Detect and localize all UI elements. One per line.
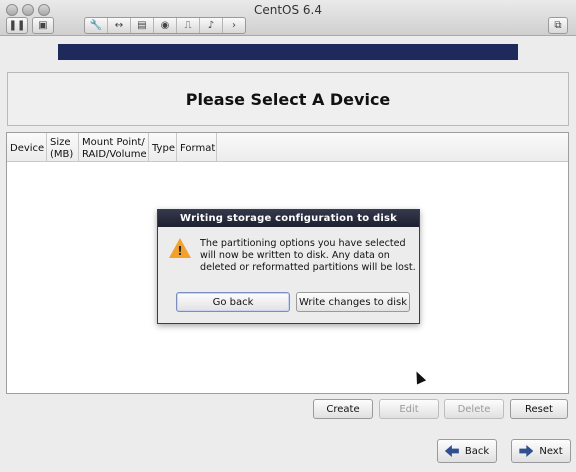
cdrom-icon[interactable]: ◉: [154, 18, 177, 33]
sound-icon[interactable]: ♪: [200, 18, 223, 33]
dialog-title: Writing storage configuration to disk: [158, 210, 419, 227]
reset-button[interactable]: Reset: [510, 399, 568, 419]
next-button-label: Next: [539, 445, 563, 457]
dialog-message: The partitioning options you have select…: [200, 238, 416, 273]
back-button-label: Back: [464, 445, 490, 457]
back-button[interactable]: Back: [437, 439, 497, 463]
pause-button[interactable]: ❚❚: [6, 17, 28, 34]
go-back-button[interactable]: Go back: [176, 292, 290, 312]
column-mount-point[interactable]: Mount Point/ RAID/Volume: [79, 133, 149, 161]
install-progress-bar: [58, 44, 518, 60]
table-header: Device Size (MB) Mount Point/ RAID/Volum…: [7, 133, 568, 162]
fullscreen-button[interactable]: ⧉: [548, 17, 568, 34]
column-size[interactable]: Size (MB): [47, 133, 79, 161]
create-button[interactable]: Create: [313, 399, 373, 419]
write-confirmation-dialog: Writing storage configuration to disk ! …: [157, 209, 420, 324]
usb-icon[interactable]: ⎍: [177, 18, 200, 33]
header-panel: Please Select A Device: [7, 72, 569, 126]
vm-toolbar-group: 🔧 ↔ ▤ ◉ ⎍ ♪ ›: [84, 17, 246, 34]
snapshot-button[interactable]: ▣: [32, 17, 54, 34]
vm-titlebar: CentOS 6.4 ❚❚ ▣ 🔧 ↔ ▤ ◉ ⎍ ♪ › ⧉: [0, 0, 576, 36]
window-title: CentOS 6.4: [253, 3, 323, 17]
column-type[interactable]: Type: [149, 133, 177, 161]
back-arrow-icon: [444, 445, 459, 457]
column-device[interactable]: Device: [7, 133, 47, 161]
disk-icon[interactable]: ▤: [131, 18, 154, 33]
fullscreen-icon: ⧉: [554, 20, 562, 31]
warning-icon: !: [169, 238, 191, 258]
settings-wrench-icon[interactable]: 🔧: [85, 18, 108, 33]
edit-button[interactable]: Edit: [379, 399, 439, 419]
network-icon[interactable]: ↔: [108, 18, 131, 33]
snapshot-icon: ▣: [38, 20, 48, 31]
pause-icon: ❚❚: [8, 20, 26, 31]
delete-button[interactable]: Delete: [444, 399, 504, 419]
page-title: Please Select A Device: [185, 89, 391, 109]
next-button[interactable]: Next: [511, 439, 571, 463]
next-arrow-icon: [519, 445, 534, 457]
more-chevron-icon[interactable]: ›: [223, 18, 245, 33]
write-changes-button[interactable]: Write changes to disk: [296, 292, 410, 312]
column-format[interactable]: Format: [177, 133, 217, 161]
